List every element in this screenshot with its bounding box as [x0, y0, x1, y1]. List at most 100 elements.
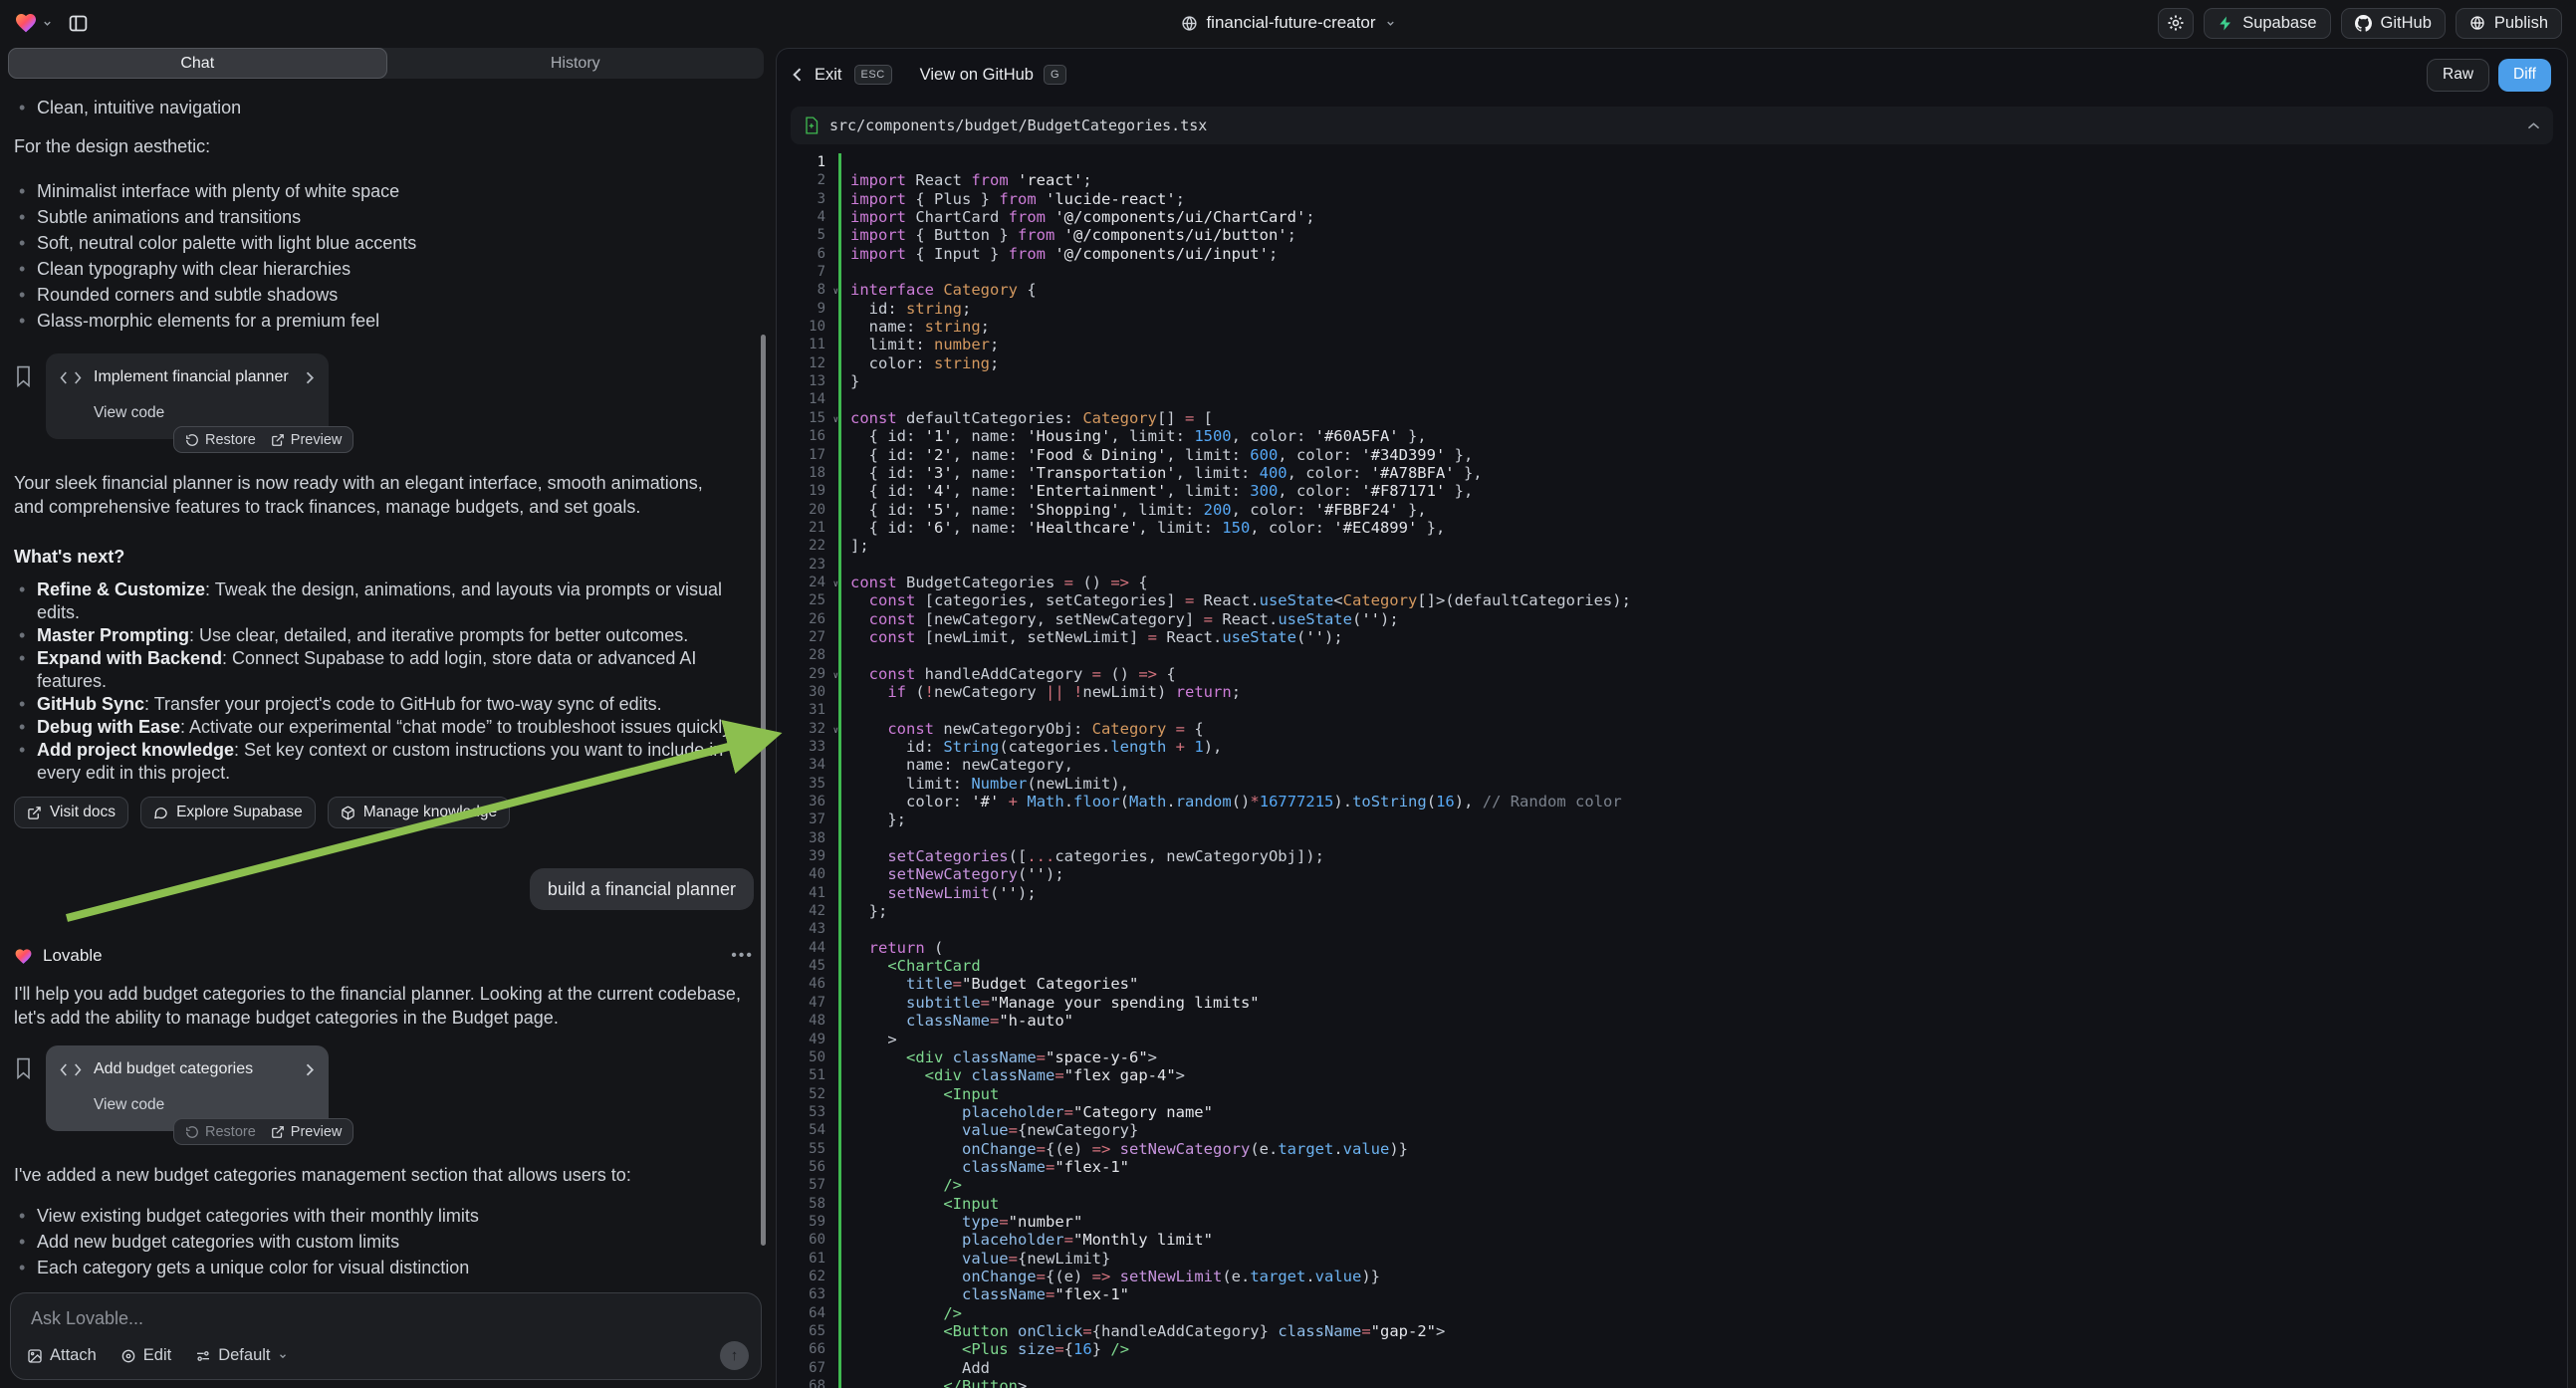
- line-number: 50: [777, 1048, 838, 1066]
- code-line: 68 </Button>: [777, 1377, 2567, 1388]
- code-line-text: const handleAddCategory = () => {: [838, 665, 1176, 683]
- line-number: 14: [777, 390, 838, 408]
- line-number: 10: [777, 318, 838, 336]
- whats-next-heading: What's next?: [14, 545, 758, 569]
- code-line: 47 subtitle="Manage your spending limits…: [777, 994, 2567, 1012]
- code-line-text: setNewLimit('');: [838, 884, 1037, 902]
- code-line: 46 title="Budget Categories": [777, 975, 2567, 993]
- image-icon: [27, 1348, 43, 1364]
- assistant-reply: I've added a new budget categories manag…: [14, 1163, 735, 1187]
- code-line: 5 import { Button } from '@/components/u…: [777, 226, 2567, 244]
- supabase-button[interactable]: Supabase: [2204, 8, 2330, 39]
- lovable-logo-menu[interactable]: [14, 11, 53, 35]
- line-number: 49: [777, 1031, 838, 1048]
- line-number: 11: [777, 336, 838, 353]
- file-path-bar[interactable]: src/components/budget/BudgetCategories.t…: [791, 107, 2553, 144]
- edit-mode-button[interactable]: Edit: [120, 1346, 171, 1365]
- code-line: 13 }: [777, 372, 2567, 390]
- line-number: 65: [777, 1322, 838, 1340]
- chat-panel: Chat History Clean, intuitive navigation…: [0, 48, 772, 1388]
- code-line-text: return (: [838, 939, 943, 957]
- publish-button[interactable]: Publish: [2456, 8, 2562, 39]
- chat-scrollbar[interactable]: [761, 335, 766, 1246]
- exit-button[interactable]: Exit: [815, 66, 842, 85]
- code-line-text: { id: '2', name: 'Food & Dining', limit:…: [838, 446, 1473, 464]
- globe-icon: [2469, 15, 2485, 31]
- tab-chat[interactable]: Chat: [8, 48, 387, 79]
- code-line-text: <Plus size={16} />: [838, 1340, 1129, 1358]
- view-code-link[interactable]: View code: [94, 1093, 164, 1117]
- preview-button[interactable]: Preview: [271, 428, 343, 452]
- code-line-text: const [categories, setCategories] = Reac…: [838, 591, 1631, 609]
- chat-composer[interactable]: Ask Lovable... Attach Edit Default: [10, 1292, 762, 1380]
- line-number: 38: [777, 829, 838, 847]
- chevron-left-icon[interactable]: [793, 67, 803, 83]
- line-number: 64: [777, 1304, 838, 1322]
- line-number: 26: [777, 610, 838, 628]
- esc-kbd-badge: ESC: [854, 65, 892, 85]
- visit-docs-button[interactable]: Visit docs: [14, 797, 128, 828]
- code-line-text: if (!newCategory || !newLimit) return;: [838, 683, 1241, 701]
- code-line-text: </Button>: [838, 1377, 1027, 1388]
- send-button[interactable]: ↑: [720, 1341, 749, 1370]
- line-number: 51: [777, 1066, 838, 1084]
- chat-bullet: Clean typography with clear hierarchies: [14, 256, 758, 282]
- version-card-add-budget-categories[interactable]: Add budget categories View code Restore: [46, 1045, 329, 1131]
- code-line-text: <Input: [838, 1195, 999, 1213]
- code-line: 56 className="flex-1": [777, 1158, 2567, 1176]
- raw-toggle-button[interactable]: Raw: [2427, 59, 2489, 92]
- code-line-text: [838, 153, 850, 171]
- bookmark-icon[interactable]: [14, 365, 33, 387]
- line-number: 54: [777, 1121, 838, 1139]
- attach-button[interactable]: Attach: [27, 1346, 97, 1365]
- chat-bullet: Minimalist interface with plenty of whit…: [14, 178, 758, 204]
- line-number: 55: [777, 1140, 838, 1158]
- line-number: 12: [777, 354, 838, 372]
- github-button[interactable]: GitHub: [2341, 8, 2446, 39]
- diff-toggle-button[interactable]: Diff: [2498, 59, 2551, 92]
- code-line: 2 import React from 'react';: [777, 171, 2567, 189]
- line-number: 35: [777, 775, 838, 793]
- code-line-text: import { Plus } from 'lucide-react';: [838, 190, 1185, 208]
- code-line-text: />: [838, 1304, 962, 1322]
- line-number: 62: [777, 1268, 838, 1285]
- view-code-link[interactable]: View code: [94, 401, 164, 425]
- restore-button[interactable]: Restore: [185, 1120, 256, 1144]
- preview-button[interactable]: Preview: [271, 1120, 343, 1144]
- restore-button[interactable]: Restore: [185, 428, 256, 452]
- code-line: 25 const [categories, setCategories] = R…: [777, 591, 2567, 609]
- code-line-text: subtitle="Manage your spending limits": [838, 994, 1260, 1012]
- restore-preview-pill: Restore Preview: [173, 1118, 353, 1145]
- code-line: 30 if (!newCategory || !newLimit) return…: [777, 683, 2567, 701]
- mode-selector[interactable]: Default: [195, 1346, 287, 1365]
- code-line: 7: [777, 263, 2567, 281]
- manage-knowledge-button[interactable]: Manage knowledge: [328, 797, 510, 828]
- line-number: 28: [777, 646, 838, 664]
- code-line: 64 />: [777, 1304, 2567, 1322]
- bookmark-icon[interactable]: [14, 1057, 33, 1079]
- line-number: 67: [777, 1359, 838, 1377]
- composer-placeholder[interactable]: Ask Lovable...: [31, 1308, 143, 1329]
- code-line-text: limit: number;: [838, 336, 999, 353]
- chevron-up-icon[interactable]: [2527, 121, 2540, 130]
- tab-history[interactable]: History: [387, 48, 765, 79]
- line-number: 2: [777, 171, 838, 189]
- line-number: 17: [777, 446, 838, 464]
- code-line: 53 placeholder="Category name": [777, 1103, 2567, 1121]
- code-line: 17 { id: '2', name: 'Food & Dining', lim…: [777, 446, 2567, 464]
- code-line-text: <ChartCard: [838, 957, 981, 975]
- code-line: 27 const [newLimit, setNewLimit] = React…: [777, 628, 2567, 646]
- message-menu-button[interactable]: •••: [731, 944, 754, 968]
- project-selector[interactable]: financial-future-creator: [1180, 13, 1395, 33]
- sidebar-toggle-button[interactable]: [61, 8, 95, 38]
- code-line: 54 value={newCategory}: [777, 1121, 2567, 1139]
- view-on-github-button[interactable]: View on GitHub: [920, 66, 1034, 85]
- code-line: 29∨ const handleAddCategory = () => {: [777, 665, 2567, 683]
- code-line: 24∨ const BudgetCategories = () => {: [777, 574, 2567, 591]
- gear-icon: [2167, 14, 2185, 32]
- version-card-implement-financial-planner[interactable]: Implement financial planner View code Re…: [46, 353, 329, 439]
- explore-supabase-button[interactable]: Explore Supabase: [140, 797, 316, 828]
- settings-button[interactable]: [2158, 8, 2194, 39]
- code-line-text: [838, 701, 850, 719]
- code-line-text: { id: '1', name: 'Housing', limit: 1500,…: [838, 427, 1427, 445]
